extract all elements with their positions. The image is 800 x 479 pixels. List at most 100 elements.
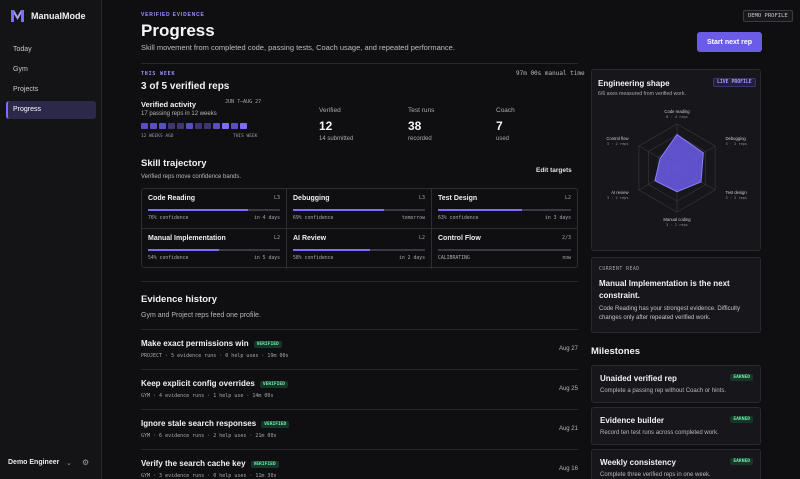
sidebar-item-today[interactable]: Today (6, 41, 96, 59)
sidebar-nav: Today Gym Projects Progress (6, 41, 96, 121)
manual-time: 97m 00s manual time (516, 70, 585, 77)
evidence-row[interactable]: Make exact permissions win VERIFIED PROJE… (141, 329, 578, 369)
evidence-title: Verify the search cache key VERIFIED (141, 459, 279, 468)
gear-icon[interactable]: ⚙ (82, 458, 89, 467)
skill-name: AI Review (293, 235, 327, 242)
sidebar-item-gym[interactable]: Gym (6, 61, 96, 79)
stat-label: Verified (319, 107, 341, 114)
next-review: in 2 days (399, 256, 425, 261)
evidence-date: Aug 21 (558, 426, 578, 432)
evidence-title: Ignore stale search responses VERIFIED (141, 419, 290, 428)
current-read-title: Manual Implementation is the next constr… (599, 279, 730, 300)
next-review: in 4 days (254, 216, 280, 221)
confidence-fill (148, 249, 220, 251)
confidence-bar (293, 209, 425, 211)
verified-badge: VERIFIED (261, 421, 290, 428)
sidebar-item-projects[interactable]: Projects (6, 81, 96, 99)
skill-card[interactable]: Code Reading L3 76% confidence in 4 days (142, 189, 287, 229)
divider (141, 281, 578, 282)
milestone-desc: Record ten test runs across completed wo… (600, 430, 719, 436)
sidebar: ManualMode Today Gym Projects Progress D… (0, 0, 102, 479)
engineering-shape-subtitle: 6/6 axes measured from verified work. (598, 91, 686, 97)
heatmap-cell (150, 123, 157, 129)
brand[interactable]: ManualMode (11, 10, 86, 22)
heatmap-start-label: 12 WEEKS AGO (141, 134, 174, 139)
skill-level: L2 (273, 235, 280, 241)
radar-axis-reps: 3 · 2 reps (666, 223, 688, 227)
evidence-history-subtitle: Gym and Project reps feed one profile. (141, 312, 261, 319)
verified-badge: VERIFIED (250, 461, 279, 468)
heatmap-cell (141, 123, 148, 129)
evidence-row[interactable]: Keep explicit config overrides VERIFIED G… (141, 369, 578, 409)
skill-trajectory-subtitle: Verified reps move confidence bands. (141, 174, 242, 180)
stat-label: Coach (496, 107, 515, 114)
evidence-row[interactable]: Verify the search cache key VERIFIED GYM … (141, 449, 578, 479)
skill-card[interactable]: AI Review L2 58% confidence in 2 days (287, 229, 432, 269)
heatmap-cell (159, 123, 166, 129)
stat-sub: recorded (408, 136, 432, 142)
main-content: VERIFIED EVIDENCE Progress Skill movemen… (102, 0, 800, 479)
page-kicker: VERIFIED EVIDENCE (141, 12, 205, 18)
radar-axis-label: Debugging (725, 136, 746, 141)
user-name[interactable]: Demo Engineer (8, 459, 59, 466)
radar-shape (654, 133, 704, 193)
this-week-title: 3 of 5 verified reps (141, 81, 230, 92)
confidence-label: 54% confidence (148, 256, 189, 261)
divider (141, 63, 578, 64)
milestone-card: Evidence builder EARNED Record ten test … (591, 407, 761, 445)
confidence-fill (148, 209, 249, 211)
confidence-fill (293, 209, 385, 211)
verified-activity-subtitle: 17 passing reps in 12 weeks (141, 111, 217, 117)
live-profile-badge: LIVE PROFILE (713, 78, 756, 87)
sidebar-item-progress[interactable]: Progress (6, 101, 96, 119)
milestones-title: Milestones (591, 346, 641, 357)
stat-value: 7 (496, 119, 503, 133)
skill-card[interactable]: Test Design L2 63% confidence in 3 days (432, 189, 577, 229)
skill-card[interactable]: Manual Implementation L2 54% confidence … (142, 229, 287, 269)
stat-sub: used (496, 136, 510, 142)
next-review: in 3 days (545, 216, 571, 221)
chevron-down-icon[interactable]: ⌄ (66, 459, 72, 467)
evidence-date: Aug 27 (558, 346, 578, 352)
skill-grid: Code Reading L3 76% confidence in 4 days… (141, 188, 578, 269)
current-read-kicker: CURRENT READ (599, 267, 640, 272)
skill-name: Test Design (438, 195, 478, 202)
confidence-label: 76% confidence (148, 216, 189, 221)
next-review: now (562, 256, 571, 261)
stat-sub: 14 submitted (319, 136, 354, 142)
confidence-fill (293, 249, 370, 251)
evidence-row[interactable]: Ignore stale search responses VERIFIED GY… (141, 409, 578, 449)
skill-name: Control Flow (438, 235, 481, 242)
confidence-label: 69% confidence (293, 216, 334, 221)
engineering-shape-radar: Code reading8 · 4 repsDebugging3 · 2 rep… (606, 109, 747, 227)
heatmap-cell (240, 123, 247, 129)
radar-axis-reps: 3 · 2 reps (607, 142, 629, 146)
evidence-history-title: Evidence history (141, 294, 218, 305)
evidence-date: Aug 25 (558, 386, 578, 392)
edit-targets-button[interactable]: Edit targets (536, 167, 572, 174)
stat-test-runs: Test runs 38 recorded (408, 107, 434, 142)
milestone-card: Weekly consistency EARNED Complete three… (591, 449, 761, 479)
milestone-desc: Complete a passing rep without Coach or … (600, 388, 727, 394)
evidence-date: Aug 16 (558, 466, 578, 472)
heatmap-cell (231, 123, 238, 129)
skill-name: Manual Implementation (148, 235, 226, 242)
milestone-name: Unaided verified rep (600, 374, 677, 383)
current-read-body: Code Reading has your strongest evidence… (599, 306, 740, 321)
heatmap-cell (204, 123, 211, 129)
next-review: in 5 days (254, 256, 280, 261)
evidence-meta: GYM · 4 evidence runs · 1 help use · 14m… (141, 393, 274, 399)
milestone-name: Weekly consistency (600, 458, 676, 467)
skill-card[interactable]: Control Flow 2/3 CALIBRATING now (432, 229, 577, 269)
evidence-meta: GYM · 6 evidence runs · 2 help uses · 21… (141, 433, 277, 439)
activity-heatmap (141, 123, 247, 129)
start-next-rep-button[interactable]: Start next rep (697, 32, 762, 52)
skill-card[interactable]: Debugging L3 69% confidence tomorrow (287, 189, 432, 229)
next-review: tomorrow (401, 216, 425, 221)
radar-axis-reps: 3 · 2 reps (607, 196, 629, 200)
stat-value: 12 (319, 119, 333, 133)
engineering-shape-title: Engineering shape (598, 79, 670, 88)
confidence-bar (293, 249, 425, 251)
radar-axis-label: Code reading (664, 109, 690, 114)
skill-level: 2/3 (561, 235, 571, 241)
